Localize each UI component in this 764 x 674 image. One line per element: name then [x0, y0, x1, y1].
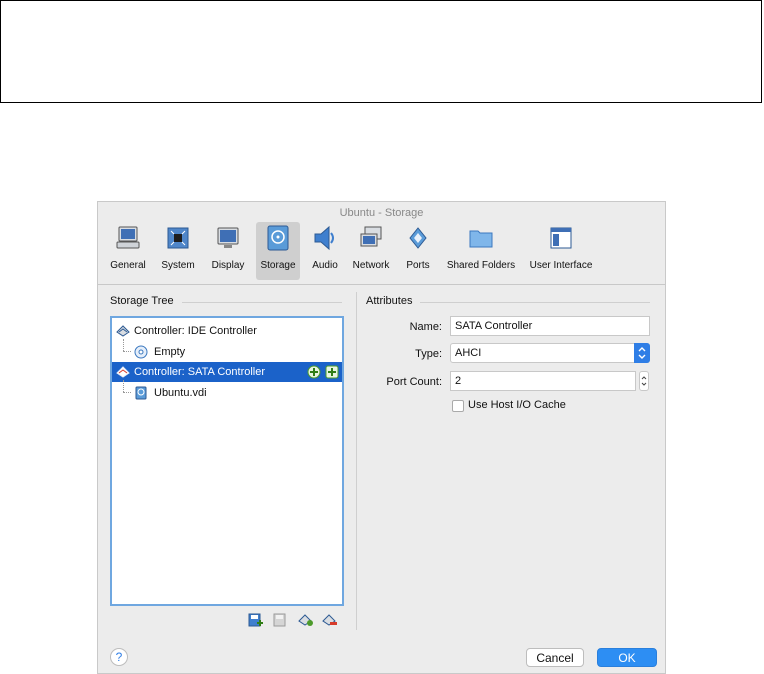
ide-controller-icon — [116, 325, 130, 337]
panel-divider — [356, 292, 357, 630]
type-select-value: AHCI — [455, 347, 482, 359]
chevron-updown-icon — [638, 347, 646, 359]
remove-attachment-icon[interactable] — [322, 613, 338, 627]
settings-toolbar: General System Display Storage Audio Net… — [98, 220, 665, 284]
add-controller-icon[interactable] — [248, 613, 264, 627]
type-label: Type: — [415, 348, 442, 360]
type-select[interactable]: AHCI — [450, 343, 650, 363]
add-optical-drive-icon[interactable] — [307, 365, 321, 379]
shared-folders-icon — [469, 230, 493, 248]
select-arrow — [634, 343, 650, 363]
tab-display[interactable]: Display — [208, 222, 248, 280]
user-interface-icon — [550, 227, 572, 249]
attributes-title: Attributes — [366, 295, 413, 307]
attributes-rule — [420, 302, 650, 303]
port-count-label: Port Count: — [386, 376, 442, 388]
sata-controller-icon — [116, 366, 130, 378]
add-hard-disk-icon[interactable] — [325, 365, 339, 379]
storage-tree-rule — [182, 302, 342, 303]
help-button[interactable]: ? — [110, 648, 128, 666]
tab-shared-folders[interactable]: Shared Folders — [445, 222, 517, 280]
optical-disc-icon — [134, 345, 148, 359]
audio-icon — [314, 225, 334, 251]
system-icon — [167, 227, 189, 249]
tree-row-ubuntu-vdi[interactable]: Ubuntu.vdi — [112, 383, 342, 403]
tab-user-interface[interactable]: User Interface — [526, 222, 596, 280]
ports-icon — [409, 227, 427, 249]
tab-general[interactable]: General — [108, 222, 148, 280]
hard-disk-icon — [135, 386, 147, 400]
tab-audio[interactable]: Audio — [308, 222, 342, 280]
tab-ports[interactable]: Ports — [402, 222, 434, 280]
tab-system[interactable]: System — [157, 222, 199, 280]
host-io-cache-checkbox[interactable] — [452, 400, 464, 412]
tree-row-sata-controller[interactable]: Controller: SATA Controller — [112, 362, 342, 382]
cancel-button[interactable]: Cancel — [526, 648, 584, 667]
name-field[interactable]: SATA Controller — [450, 316, 650, 336]
general-icon — [116, 226, 140, 249]
tree-row-empty[interactable]: Empty — [112, 342, 342, 362]
remove-controller-icon[interactable] — [273, 613, 289, 627]
toolbar-separator — [98, 284, 665, 285]
storage-settings-dialog: Ubuntu - Storage General System Display … — [97, 201, 666, 674]
tab-network[interactable]: Network — [350, 222, 392, 280]
port-count-stepper[interactable] — [639, 371, 649, 391]
add-attachment-icon[interactable] — [298, 613, 314, 627]
network-icon — [360, 226, 382, 247]
tab-storage[interactable]: Storage — [256, 222, 300, 280]
storage-tree-title: Storage Tree — [110, 295, 174, 307]
ok-button[interactable]: OK — [597, 648, 657, 667]
tree-row-ide-controller[interactable]: Controller: IDE Controller — [112, 321, 342, 341]
port-count-field[interactable]: 2 — [450, 371, 636, 391]
stepper-arrows-icon — [641, 376, 647, 386]
blank-frame — [0, 0, 762, 103]
name-label: Name: — [409, 321, 442, 333]
display-icon — [217, 227, 239, 248]
storage-icon — [267, 225, 289, 251]
storage-tree[interactable]: Controller: IDE Controller Empty Control… — [110, 316, 344, 606]
host-io-cache-label: Use Host I/O Cache — [468, 399, 566, 411]
